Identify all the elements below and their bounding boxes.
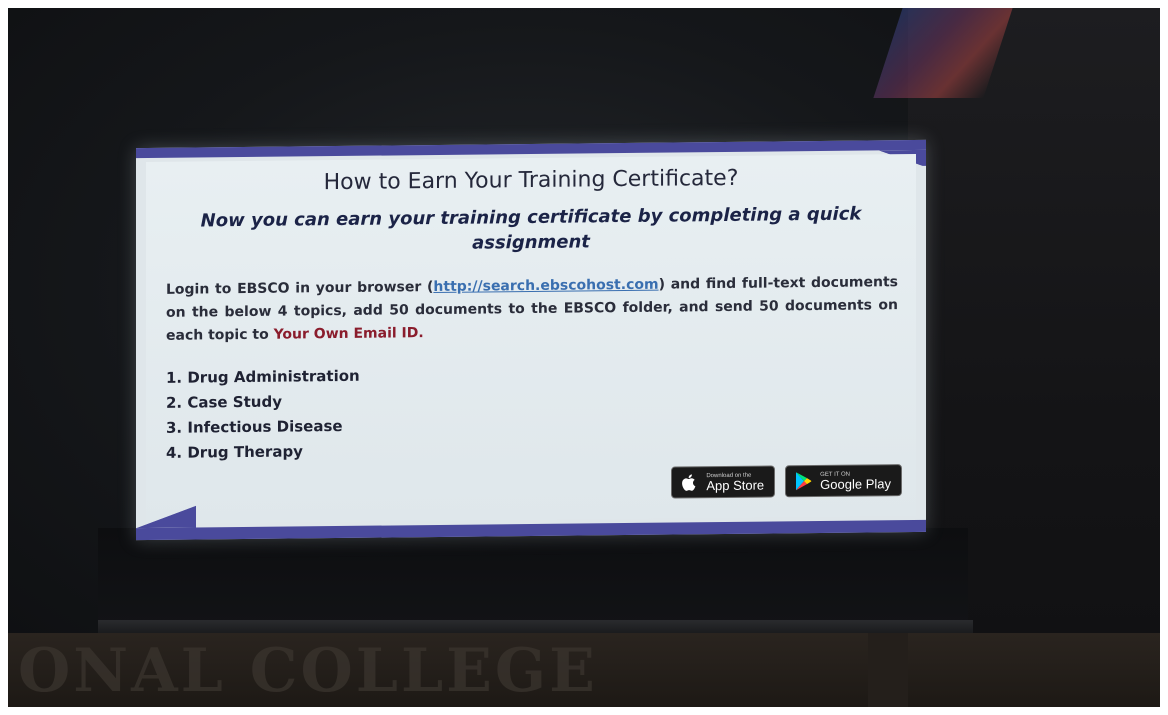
slide-instructions: Login to EBSCO in your browser (http://s… bbox=[166, 271, 898, 348]
app-store-badge[interactable]: Download on the App Store bbox=[671, 465, 776, 499]
slide-title: How to Earn Your Training Certificate? bbox=[323, 165, 739, 196]
slide-subtitle: Now you can earn your training certifica… bbox=[200, 203, 862, 254]
app-store-label: App Store bbox=[706, 477, 765, 493]
screen-stand-edge bbox=[98, 620, 973, 634]
photo: ONAL COLLEGE How to Earn Your Training C… bbox=[8, 8, 1160, 707]
instructions-text-1: Login to EBSCO in your browser ( bbox=[166, 279, 434, 298]
topic-list: 1. Drug Administration 2. Case Study 3. … bbox=[166, 358, 916, 466]
slide-corner-decoration bbox=[136, 505, 196, 529]
store-badges: Download on the App Store GET IT ON Goog… bbox=[671, 464, 902, 499]
slide-content: How to Earn Your Training Certificate? N… bbox=[146, 153, 916, 525]
apple-icon bbox=[678, 471, 700, 493]
college-sign: ONAL COLLEGE bbox=[18, 636, 598, 706]
screen-stand bbox=[98, 528, 968, 628]
google-play-label: Google Play bbox=[820, 475, 891, 492]
google-play-icon bbox=[792, 470, 814, 492]
projected-slide: How to Earn Your Training Certificate? N… bbox=[136, 139, 926, 541]
ebsco-link[interactable]: http://search.ebscohost.com bbox=[433, 277, 658, 295]
desk-pillar bbox=[868, 633, 908, 707]
email-highlight: Your Own Email ID. bbox=[273, 325, 424, 343]
google-play-badge[interactable]: GET IT ON Google Play bbox=[785, 464, 902, 498]
